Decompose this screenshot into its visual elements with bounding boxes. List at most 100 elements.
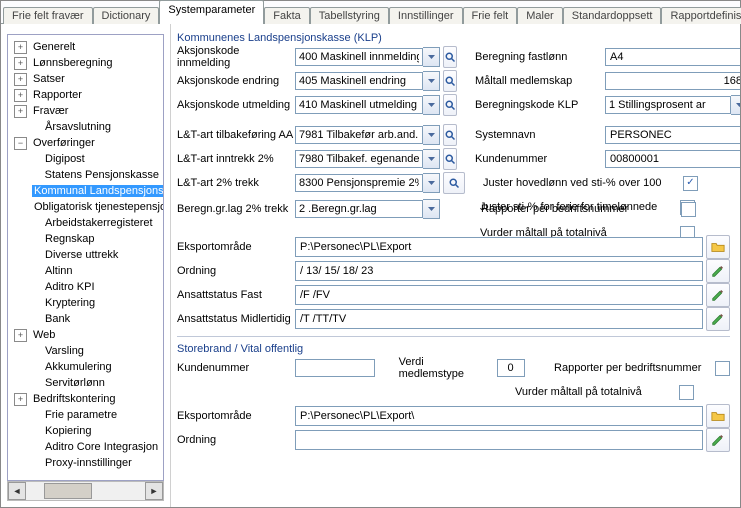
lookup-button[interactable] <box>443 148 457 170</box>
tree-node-rapporter[interactable]: +Rapporter <box>10 87 161 103</box>
chevron-down-icon[interactable] <box>423 95 440 115</box>
lookup-button[interactable] <box>443 94 457 116</box>
edit-button[interactable] <box>706 307 730 331</box>
combo-beregn-input[interactable] <box>295 200 423 218</box>
tree-node-statens-pensjonskasse[interactable]: Statens Pensjonskasse <box>10 167 161 183</box>
txt-eksport[interactable] <box>295 237 703 257</box>
combo-lt-inn[interactable] <box>295 149 440 169</box>
combo-ber-klp-input[interactable] <box>605 96 731 114</box>
checkbox-ck1[interactable] <box>683 176 698 191</box>
combo-lt-trekk[interactable] <box>295 173 440 193</box>
tab-rapportdefinisjoner-altinn[interactable]: Rapportdefinisjoner Altinn <box>661 7 741 24</box>
chevron-down-icon[interactable] <box>423 125 440 145</box>
chevron-down-icon[interactable] <box>423 199 440 219</box>
tree-node--rsavslutning[interactable]: Årsavslutning <box>10 119 161 135</box>
plus-icon[interactable]: + <box>14 105 27 118</box>
checkbox-store-ck2[interactable] <box>679 385 694 400</box>
combo-ak-innm-input[interactable] <box>295 48 423 66</box>
tree-node-l-nnsberegning[interactable]: +Lønnsberegning <box>10 55 161 71</box>
tree-node-kryptering[interactable]: Kryptering <box>10 295 161 311</box>
txt-ordning[interactable] <box>295 261 703 281</box>
plus-icon[interactable]: + <box>14 89 27 102</box>
tab-innstillinger[interactable]: Innstillinger <box>389 7 463 24</box>
folder-button[interactable] <box>706 235 730 259</box>
checkbox-store-ck1[interactable] <box>715 361 730 376</box>
tree[interactable]: +Generelt+Lønnsberegning+Satser+Rapporte… <box>7 34 164 481</box>
tree-node-altinn[interactable]: Altinn <box>10 263 161 279</box>
combo-ak-utm-input[interactable] <box>295 96 423 114</box>
tree-node-generelt[interactable]: +Generelt <box>10 39 161 55</box>
tree-node-aditro-core-integrasjon[interactable]: Aditro Core Integrasjon <box>10 439 161 455</box>
tree-node-regnskap[interactable]: Regnskap <box>10 231 161 247</box>
combo-ak-innm[interactable] <box>295 47 440 67</box>
chevron-down-icon[interactable] <box>423 47 440 67</box>
tree-node-obligatorisk-tjenestepensjon[interactable]: Obligatorisk tjenestepensjon <box>10 199 161 215</box>
tab-frie-felt-frav-r[interactable]: Frie felt fravær <box>3 7 93 24</box>
edit-button[interactable] <box>706 428 730 452</box>
tree-node-frie-parametre[interactable]: Frie parametre <box>10 407 161 423</box>
tree-node-overf-ringer[interactable]: −Overføringer <box>10 135 161 151</box>
chevron-down-icon[interactable] <box>731 95 740 115</box>
lookup-button[interactable] <box>443 46 457 68</box>
txt-kundenr[interactable] <box>605 150 740 168</box>
txt-ber-fast[interactable] <box>605 48 740 66</box>
combo-lt-trekk-input[interactable] <box>295 174 423 192</box>
tree-node-web[interactable]: +Web <box>10 327 161 343</box>
chevron-down-icon[interactable] <box>423 71 440 91</box>
minus-icon[interactable]: − <box>14 137 27 150</box>
edit-button[interactable] <box>706 283 730 307</box>
tree-node-proxy-innstillinger[interactable]: Proxy-innstillinger <box>10 455 161 471</box>
tab-tabellstyring[interactable]: Tabellstyring <box>310 7 389 24</box>
txt-store-kundenr[interactable] <box>295 359 375 377</box>
combo-lt-tilb[interactable] <box>295 125 440 145</box>
scroll-right-icon[interactable]: ► <box>145 482 163 500</box>
scroll-track[interactable] <box>26 483 145 499</box>
tab-fakta[interactable]: Fakta <box>264 7 310 24</box>
combo-ak-endr[interactable] <box>295 71 440 91</box>
tree-node-frav-r[interactable]: +Fravær <box>10 103 161 119</box>
txt-store-ordning[interactable] <box>295 430 703 450</box>
plus-icon[interactable]: + <box>14 41 27 54</box>
combo-ak-endr-input[interactable] <box>295 72 423 90</box>
tree-node-bank[interactable]: Bank <box>10 311 161 327</box>
txt-ans-fast[interactable] <box>295 285 703 305</box>
tab-dictionary[interactable]: Dictionary <box>93 7 160 24</box>
tree-node-varsling[interactable]: Varsling <box>10 343 161 359</box>
plus-icon[interactable]: + <box>14 73 27 86</box>
scroll-thumb[interactable] <box>44 483 92 499</box>
plus-icon[interactable]: + <box>14 329 27 342</box>
plus-icon[interactable]: + <box>14 57 27 70</box>
txt-maaltall[interactable] <box>605 72 740 90</box>
txt-ans-mid[interactable] <box>295 309 703 329</box>
lookup-button[interactable] <box>443 70 457 92</box>
tree-node-bedriftskontering[interactable]: +Bedriftskontering <box>10 391 161 407</box>
tree-node-kopiering[interactable]: Kopiering <box>10 423 161 439</box>
combo-ak-utm[interactable] <box>295 95 440 115</box>
chevron-down-icon[interactable] <box>423 149 440 169</box>
tree-node-aditro-kpi[interactable]: Aditro KPI <box>10 279 161 295</box>
edit-button[interactable] <box>706 259 730 283</box>
lookup-button[interactable] <box>443 124 457 146</box>
tree-node-satser[interactable]: +Satser <box>10 71 161 87</box>
tree-node-servit-rl-nn[interactable]: Servitørlønn <box>10 375 161 391</box>
combo-lt-inn-input[interactable] <box>295 150 423 168</box>
tree-node-akkumulering[interactable]: Akkumulering <box>10 359 161 375</box>
tab-standardoppsett[interactable]: Standardoppsett <box>563 7 662 24</box>
txt-sysnavn[interactable] <box>605 126 740 144</box>
txt-store-verdi[interactable] <box>497 359 525 377</box>
scroll-left-icon[interactable]: ◄ <box>8 482 26 500</box>
checkbox-ck3[interactable] <box>681 202 696 217</box>
plus-icon[interactable]: + <box>14 393 27 406</box>
tab-systemparameter[interactable]: Systemparameter <box>159 0 264 24</box>
tree-node-arbeidstakerregisteret[interactable]: Arbeidstakerregisteret <box>10 215 161 231</box>
combo-beregn[interactable] <box>295 199 440 219</box>
txt-store-eksport[interactable] <box>295 406 703 426</box>
folder-button[interactable] <box>706 404 730 428</box>
combo-ber-klp[interactable] <box>605 95 740 115</box>
combo-lt-tilb-input[interactable] <box>295 126 423 144</box>
tree-node-digipost[interactable]: Digipost <box>10 151 161 167</box>
tree-node-diverse-uttrekk[interactable]: Diverse uttrekk <box>10 247 161 263</box>
tab-frie-felt[interactable]: Frie felt <box>463 7 518 24</box>
tab-maler[interactable]: Maler <box>517 7 563 24</box>
chevron-down-icon[interactable] <box>423 173 440 193</box>
